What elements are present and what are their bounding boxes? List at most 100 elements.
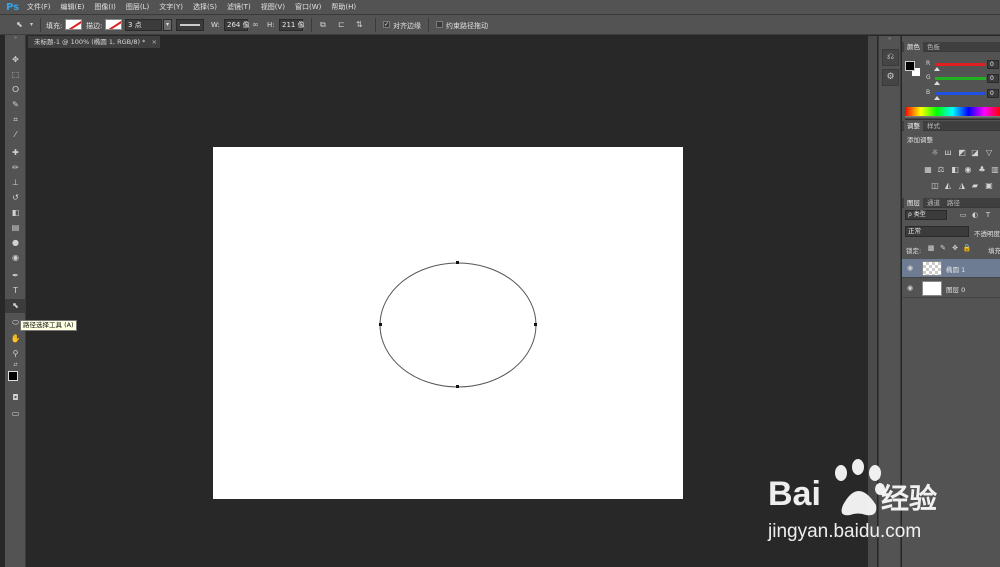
- b-slider[interactable]: [935, 92, 986, 95]
- path-arrangement-icon[interactable]: ⇅: [356, 20, 363, 30]
- filter-type-icon[interactable]: T: [983, 210, 993, 220]
- posterize-icon[interactable]: ◭: [943, 181, 953, 191]
- tab-swatches[interactable]: 色板: [924, 42, 943, 52]
- menu-filter[interactable]: 滤镜(T): [222, 0, 256, 15]
- clone-stamp-tool-icon[interactable]: ⊥: [5, 176, 26, 190]
- menu-window[interactable]: 窗口(W): [290, 0, 326, 15]
- history-brush-tool-icon[interactable]: ↺: [5, 191, 26, 205]
- threshold-icon[interactable]: ◮: [957, 181, 967, 191]
- layer-row[interactable]: ◉ 椭圆 1: [902, 259, 1000, 278]
- eraser-tool-icon[interactable]: ◧: [5, 206, 26, 220]
- gradient-tool-icon[interactable]: ▤: [5, 221, 26, 235]
- menu-view[interactable]: 视图(V): [256, 0, 290, 15]
- photo-filter-icon[interactable]: ◉: [963, 165, 973, 175]
- menu-image[interactable]: 图像(I): [89, 0, 121, 15]
- panel-foreground-swatch[interactable]: [905, 61, 915, 71]
- path-alignment-icon[interactable]: ⊏: [338, 20, 345, 30]
- stroke-width-dropdown[interactable]: ▾: [163, 19, 172, 31]
- menu-select[interactable]: 选择(S): [188, 0, 222, 15]
- align-edges-checkbox[interactable]: ✓: [383, 21, 390, 28]
- stroke-width-field[interactable]: 3 点: [125, 19, 162, 31]
- lasso-tool-icon[interactable]: ⵔ: [5, 83, 26, 97]
- fill-swatch[interactable]: [65, 19, 82, 30]
- path-selection-tool-icon[interactable]: ⬉: [5, 299, 26, 313]
- blend-mode-dropdown[interactable]: 正常: [905, 226, 969, 237]
- b-slider-thumb[interactable]: [934, 96, 940, 100]
- r-slider[interactable]: [935, 63, 986, 66]
- color-spectrum-ramp[interactable]: [905, 107, 1000, 116]
- move-tool-icon[interactable]: ✥: [5, 53, 26, 67]
- brush-tool-icon[interactable]: ✏: [5, 161, 26, 175]
- document-tab[interactable]: 未标题-1 @ 100% (椭圆 1, RGB/8) * ×: [28, 36, 160, 48]
- color-balance-icon[interactable]: ⚖: [936, 165, 946, 175]
- layer-filter-dropdown[interactable]: ρ 类型: [905, 210, 947, 220]
- zoom-tool-icon[interactable]: ⚲: [5, 347, 26, 361]
- invert-icon[interactable]: ◫: [930, 181, 940, 191]
- black-white-icon[interactable]: ◧: [950, 165, 960, 175]
- tab-adjustments[interactable]: 调整: [904, 121, 923, 131]
- anchor-point[interactable]: [379, 323, 382, 326]
- filter-pixel-icon[interactable]: ▭: [958, 210, 968, 220]
- healing-brush-tool-icon[interactable]: ✚: [5, 146, 26, 160]
- quick-mask-icon[interactable]: ◘: [5, 391, 26, 405]
- channel-mixer-icon[interactable]: ♣: [977, 165, 987, 175]
- stroke-swatch[interactable]: [105, 19, 122, 30]
- tab-channels[interactable]: 通道: [924, 198, 943, 208]
- screen-mode-icon[interactable]: ▭: [5, 407, 26, 421]
- tab-layers[interactable]: 图层: [904, 198, 923, 208]
- visibility-eye-icon[interactable]: ◉: [907, 284, 913, 292]
- color-lookup-icon[interactable]: ▥: [990, 165, 1000, 175]
- foreground-color-swatch[interactable]: [8, 371, 18, 381]
- tab-paths[interactable]: 路径: [944, 198, 963, 208]
- visibility-eye-icon[interactable]: ◉: [907, 264, 913, 272]
- selective-color-icon[interactable]: ▣: [984, 181, 994, 191]
- width-field[interactable]: 264 像: [224, 19, 250, 31]
- link-icon[interactable]: ∞: [252, 20, 259, 30]
- lock-position-icon[interactable]: ✥: [950, 243, 960, 253]
- marquee-tool-icon[interactable]: ⬚: [5, 68, 26, 82]
- menu-layer[interactable]: 图层(L): [121, 0, 154, 15]
- layer-name[interactable]: 图层 0: [946, 284, 965, 294]
- anchor-point[interactable]: [456, 261, 459, 264]
- path-selection-tool-icon[interactable]: ⬉: [16, 20, 23, 30]
- stroke-type-dropdown[interactable]: [176, 19, 204, 31]
- menu-help[interactable]: 帮助(H): [326, 0, 361, 15]
- properties-panel-icon[interactable]: ⚙: [882, 69, 899, 86]
- tab-color[interactable]: 颜色: [904, 42, 923, 52]
- tab-styles[interactable]: 样式: [924, 121, 943, 131]
- lock-image-icon[interactable]: ✎: [938, 243, 948, 253]
- r-value[interactable]: 0: [987, 60, 999, 69]
- pen-tool-icon[interactable]: ✒: [5, 269, 26, 283]
- menu-edit[interactable]: 编辑(E): [56, 0, 90, 15]
- eyedropper-tool-icon[interactable]: ⁄: [5, 128, 26, 142]
- blur-tool-icon[interactable]: ●: [5, 236, 26, 250]
- anchor-point[interactable]: [456, 385, 459, 388]
- tool-preset-chevron-down-icon[interactable]: ▾: [30, 20, 33, 30]
- ellipse-path[interactable]: [379, 262, 537, 388]
- r-slider-thumb[interactable]: [934, 67, 940, 71]
- exposure-icon[interactable]: ◪: [970, 148, 980, 158]
- g-value[interactable]: 0: [987, 74, 999, 83]
- path-operations-icon[interactable]: ⧉: [320, 20, 326, 30]
- lock-transparency-icon[interactable]: ▩: [926, 243, 936, 253]
- menu-file[interactable]: 文件(F): [22, 0, 56, 15]
- history-panel-icon[interactable]: ⎌: [882, 49, 899, 66]
- anchor-point[interactable]: [534, 323, 537, 326]
- menu-type[interactable]: 文字(Y): [154, 0, 188, 15]
- layer-row[interactable]: ◉ 图层 0: [902, 279, 1000, 298]
- constrain-path-checkbox[interactable]: [436, 21, 443, 28]
- vibrance-icon[interactable]: ▽: [984, 148, 994, 158]
- dodge-tool-icon[interactable]: ◉: [5, 251, 26, 265]
- crop-tool-icon[interactable]: ⌗: [5, 113, 26, 127]
- height-field[interactable]: 211 像: [279, 19, 305, 31]
- curves-icon[interactable]: ◩: [957, 148, 967, 158]
- filter-adjustment-icon[interactable]: ◐: [970, 210, 980, 220]
- b-value[interactable]: 0: [987, 89, 999, 98]
- dock-collapse-icon[interactable]: «: [879, 36, 900, 42]
- close-tab-icon[interactable]: ×: [152, 36, 157, 48]
- quick-select-tool-icon[interactable]: ✎: [5, 98, 26, 112]
- lock-all-icon[interactable]: 🔒: [962, 243, 972, 253]
- document-canvas[interactable]: [213, 147, 683, 499]
- layer-name[interactable]: 椭圆 1: [946, 264, 965, 274]
- swap-colors-icon[interactable]: ⇄: [5, 361, 26, 369]
